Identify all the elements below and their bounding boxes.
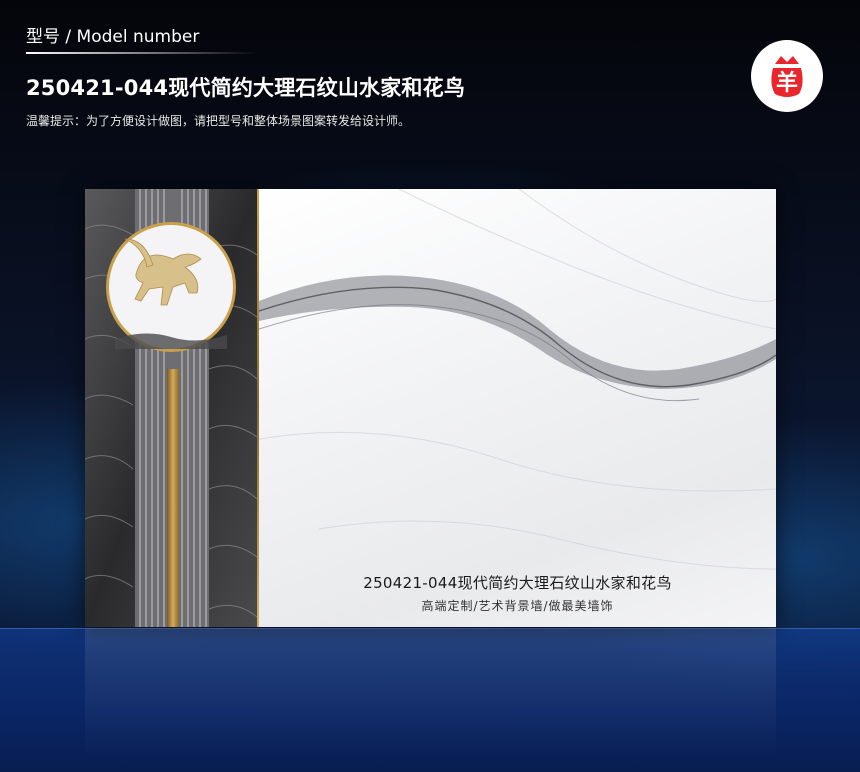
header-divider — [26, 52, 256, 54]
product-preview: 250421-044现代简约大理石纹山水家和花鸟 高端定制/艺术背景墙/做最美墙… — [84, 189, 776, 627]
model-number-label: 型号 / Model number — [26, 27, 200, 47]
panel-reflection — [85, 628, 776, 772]
marble-wall-panel: 250421-044现代简约大理石纹山水家和花鸟 高端定制/艺术背景墙/做最美墙… — [259, 189, 776, 627]
logo-glyph: 羊 — [776, 70, 798, 96]
marble-stripe-art — [84, 189, 258, 627]
product-slogan: 高端定制/艺术背景墙/做最美墙饰 — [421, 599, 614, 613]
smoke-wave-art — [259, 189, 776, 570]
brand-logo[interactable]: 羊 — [751, 40, 823, 112]
tip-text: 温馨提示：为了方便设计做图，请把型号和整体场景图案转发给设计师。 — [26, 114, 411, 128]
marble-strip — [84, 189, 258, 627]
product-caption: 250421-044现代简约大理石纹山水家和花鸟 — [363, 574, 672, 592]
page-title: 250421-044现代简约大理石纹山水家和花鸟 — [26, 76, 466, 100]
sheep-bag-icon: 羊 — [771, 56, 803, 97]
